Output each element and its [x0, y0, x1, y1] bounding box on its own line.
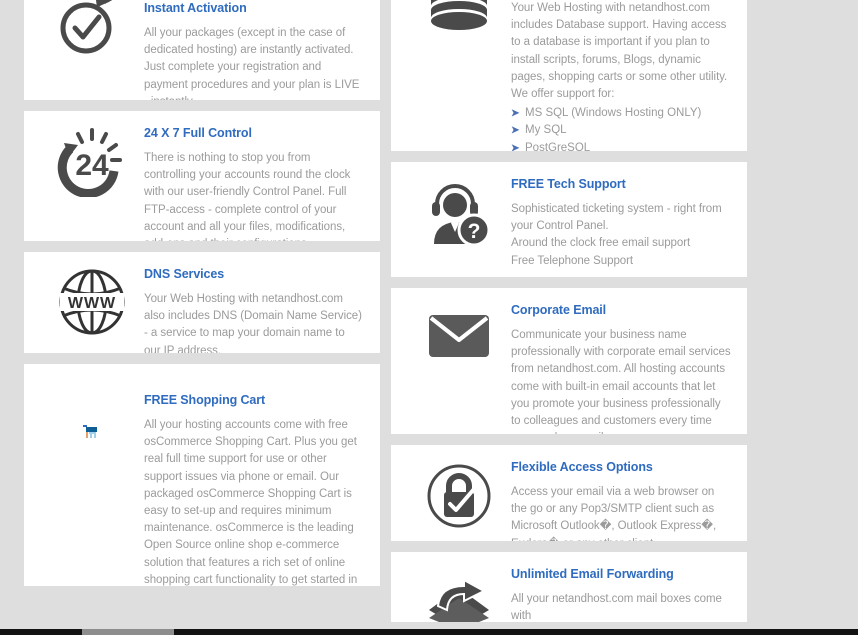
list-item-label: My SQL	[525, 124, 567, 137]
list-item: ➤ My SQL	[511, 122, 731, 139]
card-title: 24 X 7 Full Control	[144, 126, 252, 140]
card-title: Corporate Email	[511, 303, 607, 317]
feature-card-dns-services: WWW DNS Services Your Web Hosting with n…	[24, 252, 380, 353]
left-feature-column: Instant Activation All your packages (ex…	[24, 0, 380, 597]
icon-container	[407, 302, 511, 358]
feature-card-instant-activation: Instant Activation All your packages (ex…	[24, 0, 380, 100]
card-body: Access your email via a web browser on t…	[511, 486, 717, 541]
feature-card-database-support: Your Web Hosting with netandhost.com inc…	[391, 0, 747, 151]
icon-container	[40, 378, 144, 440]
text-container: FREE Shopping Cart All your hosting acco…	[144, 378, 364, 586]
lock-check-circle-icon	[427, 464, 491, 528]
feature-card-full-control: 24 24 X 7 Full Control There is nothing …	[24, 111, 380, 241]
card-body: Your Web Hosting with netandhost.com als…	[144, 293, 362, 353]
icon-container	[407, 0, 511, 34]
card-body: All your netandhost.com mail boxes come …	[511, 593, 722, 622]
feature-card-free-tech-support: ? FREE Tech Support Sophisticated ticket…	[391, 162, 747, 277]
card-body: All your hosting accounts come with free…	[144, 419, 358, 586]
text-container: Unlimited Email Forwarding All your neta…	[511, 566, 731, 622]
feature-card-unlimited-email-forwarding: Unlimited Email Forwarding All your neta…	[391, 552, 747, 622]
horizontal-scrollbar[interactable]	[0, 629, 858, 635]
www-globe-icon: WWW	[59, 269, 125, 335]
svg-text:24: 24	[75, 149, 109, 182]
database-support-list: ➤ MS SQL (Windows Hosting ONLY) ➤ My SQL…	[511, 105, 731, 151]
svg-text:WWW: WWW	[68, 295, 116, 312]
feature-card-corporate-email: Corporate Email Communicate your busines…	[391, 288, 747, 434]
svg-text:?: ?	[468, 220, 481, 243]
arrow-bullet-icon: ➤	[511, 108, 520, 120]
icon-container	[407, 459, 511, 529]
card-body: Sophisticated ticketing system - right f…	[511, 203, 722, 267]
card-title: Unlimited Email Forwarding	[511, 567, 674, 581]
database-stack-icon	[431, 0, 487, 30]
card-title: Flexible Access Options	[511, 460, 653, 474]
icon-container	[40, 0, 144, 58]
right-feature-column: Your Web Hosting with netandhost.com inc…	[391, 0, 747, 633]
card-title: DNS Services	[144, 267, 225, 281]
arrow-bullet-icon: ➤	[511, 125, 520, 137]
text-container: DNS Services Your Web Hosting with netan…	[144, 266, 364, 353]
card-body: All your packages (except in the case of…	[144, 27, 360, 100]
mail-forward-icon	[429, 580, 489, 622]
24-hour-clock-icon: 24	[57, 128, 122, 197]
shopping-cart-icon	[83, 425, 97, 438]
feature-card-flexible-access-options: Flexible Access Options Access your emai…	[391, 445, 747, 541]
check-circle-speed-icon	[60, 0, 113, 54]
list-item-label: MS SQL (Windows Hosting ONLY)	[525, 107, 702, 120]
card-body: Communicate your business name professio…	[511, 329, 731, 434]
envelope-icon	[429, 315, 489, 357]
card-body: There is nothing to stop you from contro…	[144, 152, 351, 241]
list-item: ➤ PostGreSQL	[511, 140, 731, 151]
headset-agent-question-icon: ?	[432, 184, 491, 246]
card-title: FREE Tech Support	[511, 177, 626, 191]
icon-container: WWW	[40, 266, 144, 336]
card-title: Instant Activation	[144, 1, 247, 15]
list-item: ➤ MS SQL (Windows Hosting ONLY)	[511, 105, 731, 122]
feature-grid-page: Instant Activation All your packages (ex…	[0, 0, 858, 635]
feature-card-free-shopping-cart: FREE Shopping Cart All your hosting acco…	[24, 364, 380, 586]
text-container: 24 X 7 Full Control There is nothing to …	[144, 125, 364, 241]
icon-container: 24	[40, 125, 144, 197]
card-body: Your Web Hosting with netandhost.com inc…	[511, 2, 728, 101]
scrollbar-thumb[interactable]	[82, 629, 174, 635]
text-container: Flexible Access Options Access your emai…	[511, 459, 731, 541]
arrow-bullet-icon: ➤	[511, 142, 520, 151]
icon-container: ?	[407, 176, 511, 246]
text-container: Your Web Hosting with netandhost.com inc…	[511, 0, 731, 151]
icon-container	[407, 566, 511, 622]
text-container: Instant Activation All your packages (ex…	[144, 0, 364, 100]
text-container: FREE Tech Support Sophisticated ticketin…	[511, 176, 731, 270]
card-title: FREE Shopping Cart	[144, 393, 266, 407]
text-container: Corporate Email Communicate your busines…	[511, 302, 731, 434]
list-item-label: PostGreSQL	[525, 141, 591, 151]
